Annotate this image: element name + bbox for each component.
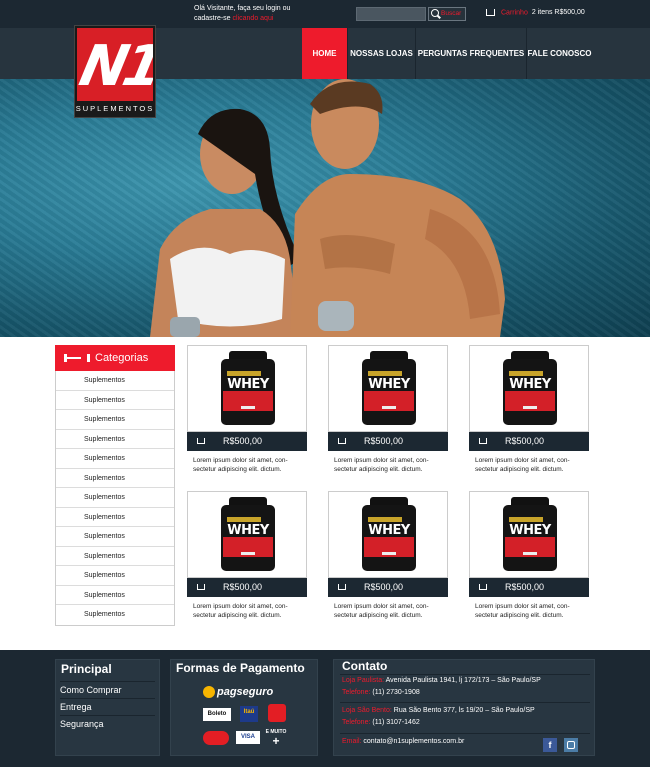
welcome-line2: cadastre-se [194,15,231,22]
logo-mark: N1 [77,34,153,99]
cart-icon [197,584,205,590]
cart-icon [197,438,205,444]
product-price: R$500,00 [364,582,404,592]
category-item[interactable]: Suplementos [56,566,174,586]
product-label: WHEY [368,523,410,538]
product-price: R$500,00 [223,582,263,592]
contact-telefone-2: Telefone: (11) 3107-1462 [342,719,420,726]
product-card[interactable]: WHEY R$500,00 Lorem ipsum dolor sit amet… [187,491,307,626]
product-label: WHEY [227,523,269,538]
nav-fale-conosco[interactable]: FALE CONOSCO [526,28,592,79]
search-button-label: Buscar [441,10,462,17]
search-input[interactable] [356,7,426,21]
product-label: WHEY [509,377,551,392]
cart-icon [486,9,495,16]
footer-contact-title: Contato [342,659,388,673]
category-item[interactable]: Suplementos [56,547,174,566]
mastercard-icon [203,731,229,745]
footer-link-entrega[interactable]: Entrega [60,702,92,712]
welcome-text: Olá Visitante, faça seu login ou cadastr… [194,4,304,24]
boleto-icon: Boleto [203,708,231,721]
add-to-cart-bar[interactable]: R$500,00 [469,578,589,597]
footer-link-como-comprar[interactable]: Como Comprar [60,685,122,695]
category-item[interactable]: Suplementos [56,586,174,605]
category-item[interactable]: Suplementos [56,410,174,430]
logo-subtitle: SUPLEMENTOS [75,104,155,113]
pagseguro-icon [203,686,215,699]
product-card[interactable]: WHEY R$500,00 Lorem ipsum dolor sit amet… [469,345,589,480]
product-label: WHEY [227,377,269,392]
product-card[interactable]: WHEY R$500,00 Lorem ipsum dolor sit amet… [328,491,448,626]
category-item[interactable]: Suplementos [56,391,174,410]
product-card[interactable]: WHEY R$500,00 Lorem ipsum dolor sit amet… [328,345,448,480]
product-card[interactable]: WHEY R$500,00 Lorem ipsum dolor sit amet… [469,491,589,626]
add-to-cart-bar[interactable]: R$500,00 [328,578,448,597]
add-to-cart-bar[interactable]: R$500,00 [328,432,448,451]
visa-icon: VISA [236,731,260,744]
nav-nossas-lojas[interactable]: NOSSAS LOJAS [347,28,415,79]
footer-principal-title: Principal [61,662,112,676]
product-price: R$500,00 [505,582,545,592]
pagseguro-logo: pagseguro [203,686,273,699]
contact-loja-sao-bento: Loja São Bento: Rua São Bento 377, ls 19… [342,707,535,714]
category-item[interactable]: Suplementos [56,371,174,391]
contact-email[interactable]: Email: contato@n1suplementos.com.br [342,738,464,745]
cart-icon [479,438,487,444]
product-description: Lorem ipsum dolor sit amet, con-sectetur… [193,457,288,473]
product-description: Lorem ipsum dolor sit amet, con-sectetur… [475,603,570,619]
facebook-icon[interactable]: f [543,738,557,752]
product-image[interactable]: WHEY [469,345,589,432]
search-icon [431,9,439,17]
plus-icon: + [272,734,280,748]
nav-perguntas-frequentes[interactable]: PERGUNTAS FREQUENTES [415,28,526,79]
product-image[interactable]: WHEY [469,491,589,578]
category-item[interactable]: Suplementos [56,527,174,547]
dumbbell-icon [64,354,90,362]
category-item[interactable]: Suplementos [56,469,174,488]
product-price: R$500,00 [223,436,263,446]
contact-telefone-1: Telefone: (11) 2730-1908 [342,689,420,696]
product-description: Lorem ipsum dolor sit amet, con-sectetur… [193,603,288,619]
footer-payment-title: Formas de Pagamento [176,661,305,675]
itau-icon: Itaú [240,706,258,722]
product-description: Lorem ipsum dolor sit amet, con-sectetur… [475,457,570,473]
cart-icon [338,438,346,444]
product-price: R$500,00 [505,436,545,446]
product-label: WHEY [368,377,410,392]
product-image[interactable]: WHEY [328,491,448,578]
categories-sidebar: Categorias Suplementos Suplementos Suple… [55,345,175,626]
cart-info: 2 itens R$500,00 [531,9,585,17]
nav-home[interactable]: HOME [302,28,347,79]
contact-loja-paulista: Loja Paulista: Avenida Paulista 1941, lj… [342,677,541,684]
product-card[interactable]: WHEY R$500,00 Lorem ipsum dolor sit amet… [187,345,307,480]
product-image[interactable]: WHEY [187,345,307,432]
add-to-cart-bar[interactable]: R$500,00 [187,432,307,451]
category-item[interactable]: Suplementos [56,449,174,469]
product-image[interactable]: WHEY [328,345,448,432]
login-link[interactable]: clicando aqui [233,15,274,22]
footer-link-seguranca[interactable]: Segurança [60,719,104,729]
add-to-cart-bar[interactable]: R$500,00 [469,432,589,451]
product-image[interactable]: WHEY [187,491,307,578]
category-item[interactable]: Suplementos [56,488,174,508]
product-description: Lorem ipsum dolor sit amet, con-sectetur… [334,457,429,473]
category-item[interactable]: Suplementos [56,508,174,527]
search-button[interactable]: Buscar [428,7,466,21]
product-price: R$500,00 [364,436,404,446]
instagram-icon[interactable] [564,738,578,752]
oi-paggo-icon [268,704,286,722]
cart-label: Carrinho [501,9,528,17]
add-to-cart-bar[interactable]: R$500,00 [187,578,307,597]
category-item[interactable]: Suplementos [56,430,174,449]
product-label: WHEY [509,523,551,538]
cart-link[interactable]: Carrinho 2 itens R$500,00 [486,9,585,16]
categories-header: Categorias [55,345,175,371]
categories-title: Categorias [95,352,149,364]
category-item[interactable]: Suplementos [56,605,174,625]
welcome-line1: Olá Visitante, faça seu login ou [194,5,291,12]
cart-icon [479,584,487,590]
cart-icon [338,584,346,590]
site-logo[interactable]: N1 SUPLEMENTOS [74,25,156,118]
product-description: Lorem ipsum dolor sit amet, con-sectetur… [334,603,429,619]
